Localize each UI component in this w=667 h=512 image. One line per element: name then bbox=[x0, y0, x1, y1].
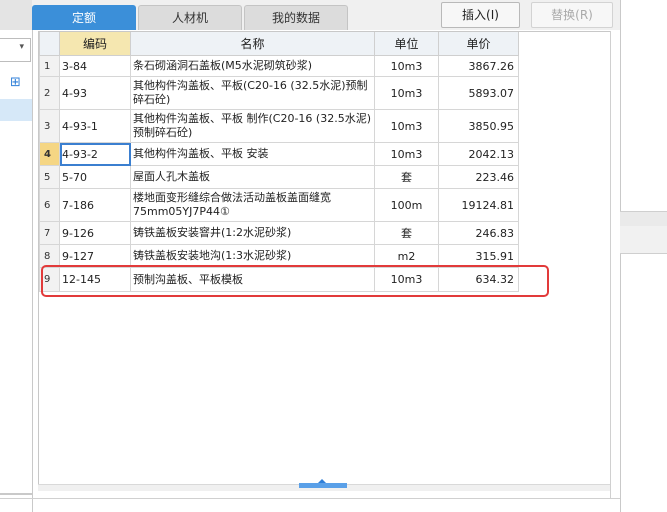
left-dropdown[interactable]: ▾ bbox=[0, 38, 31, 62]
cell-name[interactable]: 铸铁盖板安装窨井(1:2水泥砂浆) bbox=[130, 221, 375, 245]
left-divider bbox=[0, 493, 32, 495]
cell-name[interactable]: 其他构件沟盖板、平板(C20-16 (32.5水泥)预制碎石砼) bbox=[130, 76, 375, 110]
cell-name[interactable]: 楼地面变形缝综合做法活动盖板盖面缝宽75mm05YJ7P44① bbox=[130, 188, 375, 222]
cell-code[interactable]: 4-93 bbox=[59, 76, 131, 110]
table-row[interactable]: 6 7-186 楼地面变形缝综合做法活动盖板盖面缝宽75mm05YJ7P44① … bbox=[39, 188, 519, 222]
tab-my-data[interactable]: 我的数据 bbox=[244, 5, 348, 30]
bottom-divider bbox=[0, 498, 620, 499]
cell-code-selected[interactable]: 4-93-2 bbox=[59, 142, 131, 166]
replace-button[interactable]: 替换(R) bbox=[531, 2, 613, 28]
quota-grid: 编码 名称 单位 单价 1 3-84 条石砌涵洞石盖板(M5水泥砌筑砂浆) 10… bbox=[38, 31, 612, 485]
header-unit[interactable]: 单位 bbox=[374, 32, 439, 56]
cell-code[interactable]: 5-70 bbox=[59, 165, 131, 189]
cell-price[interactable]: 19124.81 bbox=[438, 188, 519, 222]
cell-name[interactable]: 屋面人孔木盖板 bbox=[130, 165, 375, 189]
row-number[interactable]: 1 bbox=[39, 55, 60, 77]
right-panel-header bbox=[620, 226, 667, 254]
cell-price[interactable]: 246.83 bbox=[438, 221, 519, 245]
table-row[interactable]: 2 4-93 其他构件沟盖板、平板(C20-16 (32.5水泥)预制碎石砼) … bbox=[39, 76, 519, 110]
insert-button[interactable]: 插入(I) bbox=[441, 2, 520, 28]
cell-code[interactable]: 9-126 bbox=[59, 221, 131, 245]
table-row[interactable]: 5 5-70 屋面人孔木盖板 套 223.46 bbox=[39, 165, 519, 189]
header-price[interactable]: 单价 bbox=[438, 32, 519, 56]
highlight-annotation-box bbox=[41, 265, 549, 297]
table-header-row: 编码 名称 单位 单价 bbox=[39, 32, 519, 56]
cell-code[interactable]: 3-84 bbox=[59, 55, 131, 77]
cell-unit[interactable]: 100m bbox=[374, 188, 439, 222]
header-name[interactable]: 名称 bbox=[130, 32, 375, 56]
row-number[interactable]: 5 bbox=[39, 165, 60, 189]
chevron-down-icon: ▾ bbox=[19, 42, 24, 52]
tab-labor-material[interactable]: 人材机 bbox=[138, 5, 242, 30]
tab-bar: 定额 人材机 我的数据 插入(I) 替换(R) bbox=[32, 0, 620, 30]
row-number[interactable]: 6 bbox=[39, 188, 60, 222]
arrow-up-icon bbox=[318, 479, 326, 483]
cell-code[interactable]: 7-186 bbox=[59, 188, 131, 222]
left-panel-header bbox=[0, 0, 32, 30]
table-row[interactable]: 7 9-126 铸铁盖板安装窨井(1:2水泥砂浆) 套 246.83 bbox=[39, 221, 519, 245]
row-number[interactable]: 4 bbox=[39, 142, 60, 166]
cell-price[interactable]: 223.46 bbox=[438, 165, 519, 189]
cell-name[interactable]: 其他构件沟盖板、平板 制作(C20-16 (32.5水泥)预制碎石砼) bbox=[130, 109, 375, 143]
cell-price[interactable]: 2042.13 bbox=[438, 142, 519, 166]
cell-unit[interactable]: 10m3 bbox=[374, 109, 439, 143]
header-corner bbox=[39, 32, 60, 56]
left-selected-item[interactable] bbox=[0, 99, 32, 121]
tab-quota[interactable]: 定额 bbox=[32, 5, 136, 30]
cell-code[interactable]: 4-93-1 bbox=[59, 109, 131, 143]
cell-price[interactable]: 5893.07 bbox=[438, 76, 519, 110]
header-code[interactable]: 编码 bbox=[59, 32, 131, 56]
right-panel bbox=[620, 0, 667, 512]
row-number[interactable]: 7 bbox=[39, 221, 60, 245]
cell-unit[interactable]: 套 bbox=[374, 165, 439, 189]
left-panel: ▾ ⊞ bbox=[0, 0, 33, 512]
table-row-selected[interactable]: 4 4-93-2 其他构件沟盖板、平板 安装 10m3 2042.13 bbox=[39, 142, 519, 166]
cell-unit[interactable]: 10m3 bbox=[374, 76, 439, 110]
cell-unit[interactable]: 10m3 bbox=[374, 142, 439, 166]
quota-table: 编码 名称 单位 单价 1 3-84 条石砌涵洞石盖板(M5水泥砌筑砂浆) 10… bbox=[39, 32, 519, 292]
table-row[interactable]: 3 4-93-1 其他构件沟盖板、平板 制作(C20-16 (32.5水泥)预制… bbox=[39, 109, 519, 143]
cell-price[interactable]: 3867.26 bbox=[438, 55, 519, 77]
cell-unit[interactable]: 套 bbox=[374, 221, 439, 245]
row-number[interactable]: 2 bbox=[39, 76, 60, 110]
cell-name[interactable]: 其他构件沟盖板、平板 安装 bbox=[130, 142, 375, 166]
cell-unit[interactable]: 10m3 bbox=[374, 55, 439, 77]
tree-icon[interactable]: ⊞ bbox=[10, 76, 24, 90]
panel-splitter[interactable] bbox=[299, 479, 347, 488]
row-number[interactable]: 3 bbox=[39, 109, 60, 143]
right-panel-divider bbox=[620, 211, 667, 227]
cell-name[interactable]: 条石砌涵洞石盖板(M5水泥砌筑砂浆) bbox=[130, 55, 375, 77]
table-row[interactable]: 1 3-84 条石砌涵洞石盖板(M5水泥砌筑砂浆) 10m3 3867.26 bbox=[39, 55, 519, 77]
cell-price[interactable]: 3850.95 bbox=[438, 109, 519, 143]
